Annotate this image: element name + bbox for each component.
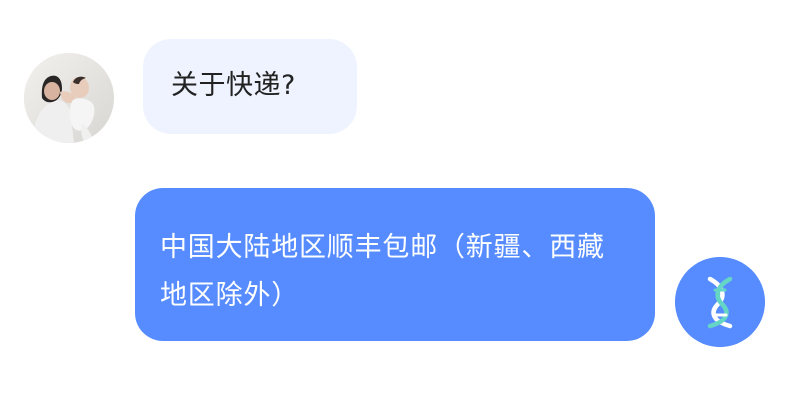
assistant-message-bubble[interactable]: 中国大陆地区顺丰包邮（新疆、西藏地区除外） bbox=[135, 188, 655, 341]
user-message-bubble[interactable]: 关于快递? bbox=[143, 39, 357, 134]
photo-avatar-icon bbox=[24, 53, 114, 143]
user-avatar[interactable] bbox=[24, 53, 114, 143]
assistant-avatar[interactable] bbox=[675, 257, 765, 347]
dna-helix-icon bbox=[675, 257, 765, 347]
chat-thread: 关于快递? 中国大陆地区顺丰包邮（新疆、西藏地区除外） bbox=[0, 0, 790, 420]
assistant-message-text: 中国大陆地区顺丰包邮（新疆、西藏地区除外） bbox=[160, 232, 605, 311]
user-message-text: 关于快递? bbox=[171, 70, 296, 101]
